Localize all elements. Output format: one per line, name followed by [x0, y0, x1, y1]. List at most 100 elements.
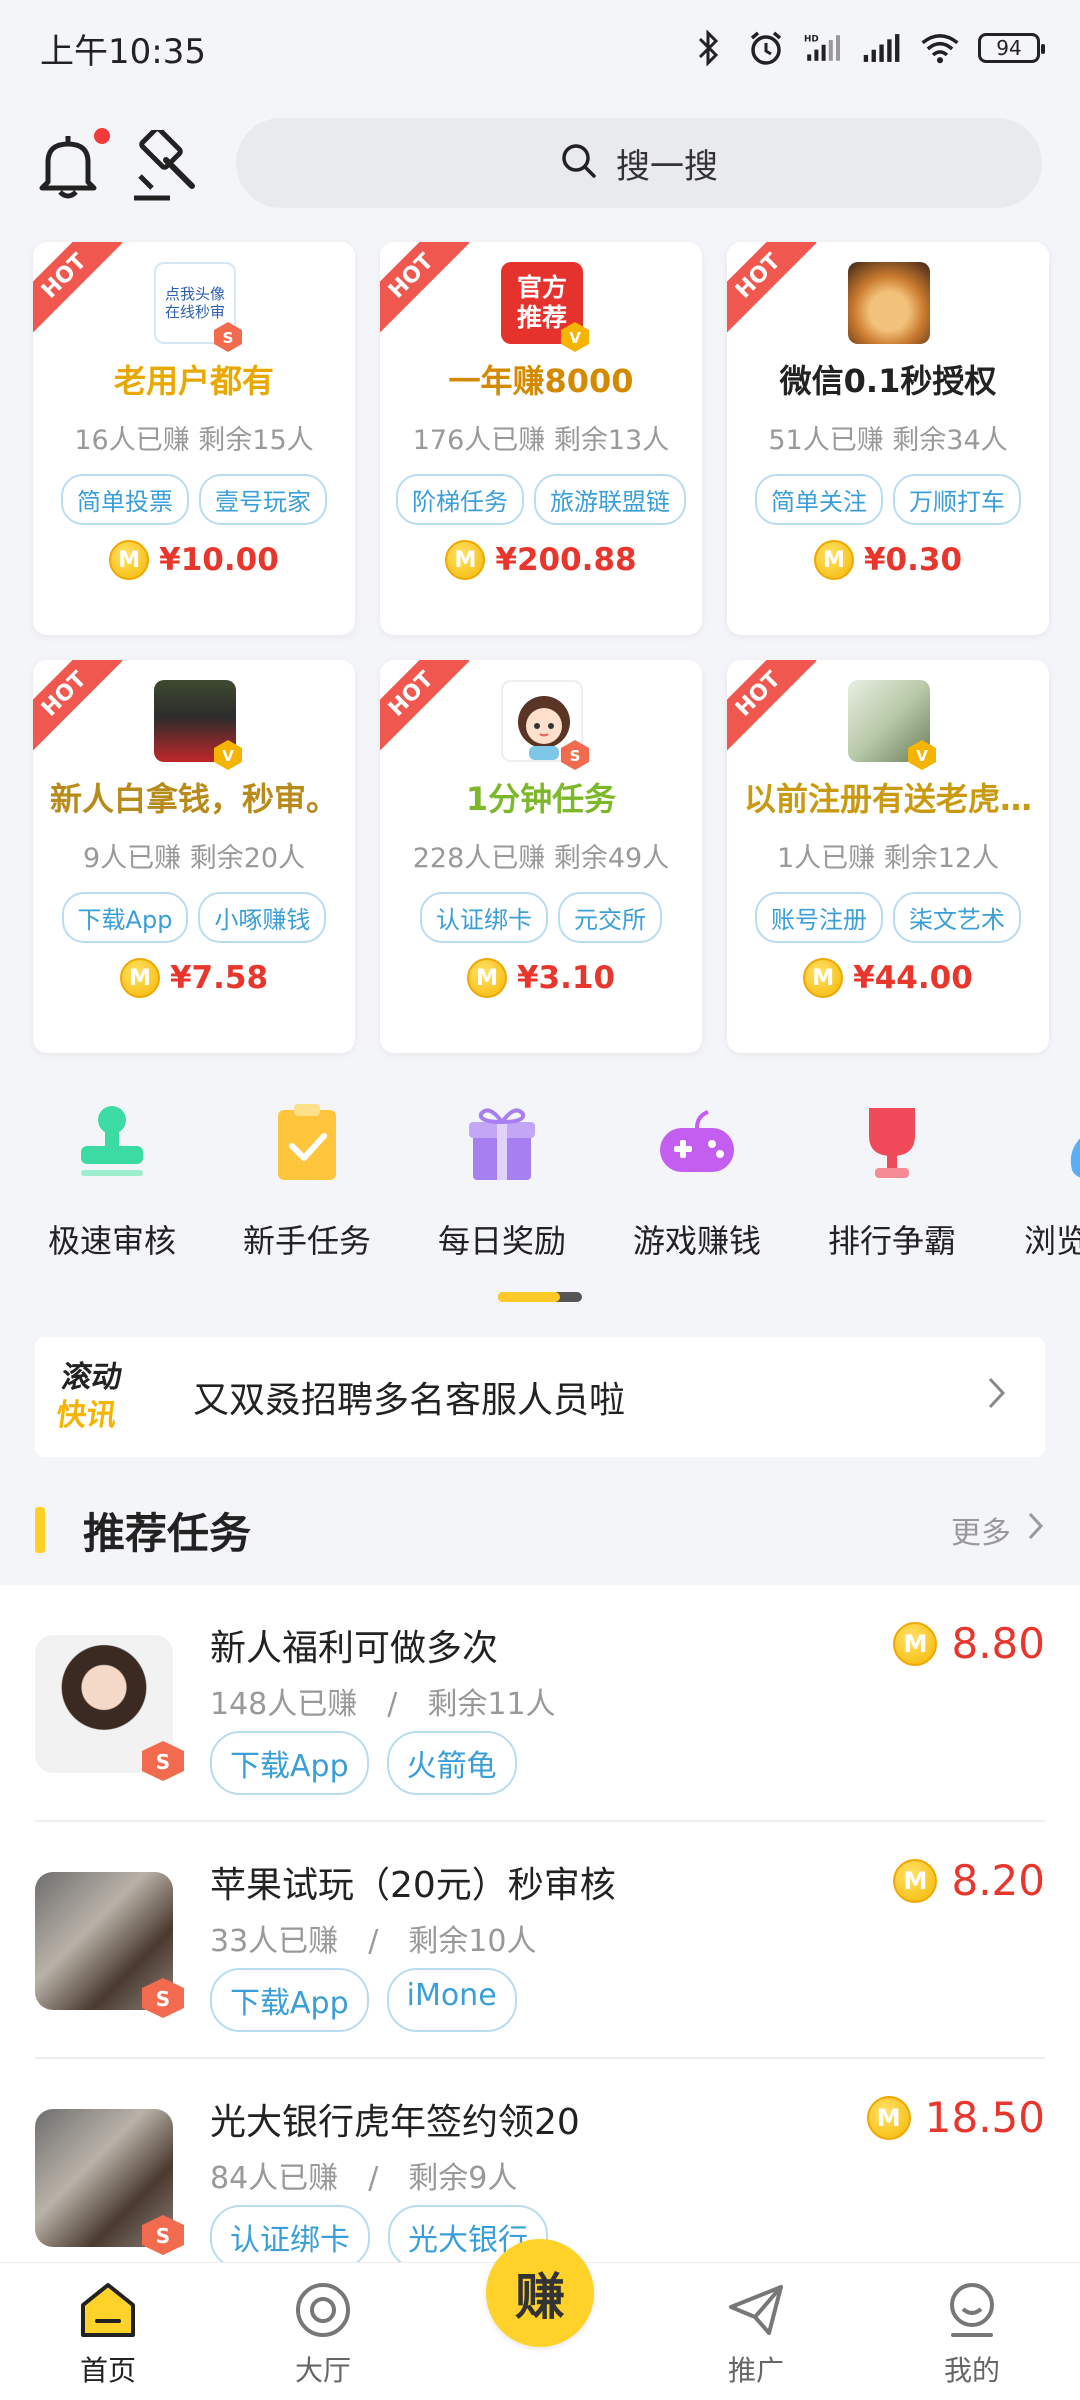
nav-hall[interactable]: 大厅 [253, 2279, 393, 2389]
quick-item-game-earn[interactable]: 游戏赚钱 [617, 1100, 777, 1262]
bottom-nav: 首页 大厅 赚 推广 我的 [0, 2239, 1080, 2400]
reward-amount: 8.80 [951, 1619, 1045, 1668]
task-reward: M 8.80 [893, 1619, 1045, 1668]
hot-task-card[interactable]: HOT 点我头像在线秒审 S 老用户都有 16人已赚 剩余15人 简单投票 壹号… [33, 242, 355, 635]
verified-badge-icon: V [558, 320, 592, 354]
alarm-icon [746, 28, 786, 68]
task-stats: 228人已赚 剩余49人 [412, 843, 670, 874]
search-icon [560, 142, 598, 184]
auction-hammer-icon[interactable] [130, 126, 200, 202]
quick-label: 极速审核 [47, 1222, 176, 1260]
task-tags: 认证绑卡 光大银行 [210, 2205, 548, 2265]
task-tags: 简单关注 万顺打车 [727, 474, 1049, 525]
earned-count: 148人已赚 [210, 1687, 358, 1722]
status-time: 上午10:35 [40, 31, 206, 72]
nav-promote[interactable]: 推广 [686, 2279, 826, 2389]
task-stats: 148人已赚 / 剩余11人 [210, 1679, 556, 1723]
remaining-count: 剩余11人 [427, 1687, 556, 1722]
hot-task-card[interactable]: HOT V 以前注册有送老虎… 1人已赚 剩余12人 账号注册 柒文艺术 M ¥… [727, 660, 1049, 1053]
svg-text:S: S [223, 329, 234, 347]
task-tag: 账号注册 [755, 892, 883, 943]
hot-task-card[interactable]: HOT 官方推荐 V 一年赚8000 176人已赚 剩余13人 阶梯任务 旅游联… [380, 242, 702, 635]
coin-icon: M [813, 540, 854, 580]
list-item[interactable]: S 苹果试玩（20元）秒审核 33人已赚 / 剩余10人 下载App iMone M… [0, 1822, 1080, 2059]
clipboard-check-icon [264, 1100, 350, 1186]
nav-mine[interactable]: 我的 [902, 2279, 1042, 2389]
task-avatar-dog [848, 262, 930, 344]
task-title: 1分钟任务 [465, 780, 617, 818]
stats-separator: / [368, 1924, 379, 1959]
quick-menu: 极速审核 新手任务 每日奖励 游戏赚钱 排行争霸 浏览 [0, 1100, 1080, 1270]
task-stats: 51人已赚 剩余34人 [768, 425, 1008, 456]
scroll-indicator-thumb [498, 1292, 560, 1302]
task-tag: 简单投票 [61, 474, 189, 525]
svg-text:S: S [156, 1987, 170, 2011]
status-bar: 上午10:35 HD 94 [0, 0, 1080, 96]
task-tags: 阶梯任务 旅游联盟链 [380, 474, 702, 525]
quick-item-daily-reward[interactable]: 每日奖励 [422, 1100, 582, 1262]
task-title: 老用户都有 [113, 362, 274, 400]
trophy-icon [849, 1100, 935, 1186]
task-stats: 1人已赚 剩余12人 [776, 843, 1000, 874]
hot-task-card[interactable]: HOT V 新人白拿钱，秒审。 9人已赚 剩余20人 下载App 小啄赚钱 M … [33, 660, 355, 1053]
task-tag: 壹号玩家 [199, 474, 327, 525]
hot-task-card[interactable]: HOT S 1分钟任务 228人已赚 剩余49人 认证绑卡 元交所 M ¥3.1… [380, 660, 702, 1053]
task-reward: M ¥3.10 [380, 958, 702, 998]
gamepad-icon [654, 1100, 740, 1186]
earn-button[interactable]: 赚 [486, 2239, 594, 2347]
task-tag: 认证绑卡 [210, 2205, 370, 2265]
verified-badge-icon: V [211, 738, 245, 772]
verified-badge-icon: S [558, 738, 592, 772]
task-tag: iMone [386, 1968, 517, 2032]
chevron-right-icon [987, 1374, 1017, 1420]
quick-label: 游戏赚钱 [632, 1222, 761, 1260]
more-link[interactable]: 更多 [951, 1508, 1045, 1552]
search-placeholder: 搜一搜 [616, 146, 718, 187]
reward-amount: 18.50 [924, 2093, 1045, 2142]
paper-plane-icon [725, 2279, 787, 2341]
earned-count: 33人已赚 [210, 1924, 339, 1959]
quick-label: 浏览 [1024, 1222, 1080, 1260]
nav-label: 我的 [943, 2354, 1000, 2387]
task-title: 以前注册有送老虎… [743, 780, 1032, 818]
nav-label: 首页 [79, 2354, 136, 2387]
task-tags: 简单投票 壹号玩家 [33, 474, 355, 525]
task-title: 光大银行虎年签约领20 [210, 2102, 580, 2143]
task-tag: 万顺打车 [893, 474, 1021, 525]
task-tag: 认证绑卡 [420, 892, 548, 943]
hot-ribbon: HOT [380, 242, 470, 335]
nav-label: 推广 [727, 2354, 784, 2387]
task-tag: 下载App [61, 892, 189, 943]
task-reward: M 18.50 [866, 2093, 1045, 2142]
list-item[interactable]: S 新人福利可做多次 148人已赚 / 剩余11人 下载App 火箭龟 M 8.80 [0, 1585, 1080, 1822]
task-tag: 简单关注 [755, 474, 883, 525]
quick-item-fast-review[interactable]: 极速审核 [32, 1100, 192, 1262]
hot-ribbon: HOT [33, 660, 123, 753]
quick-item-browse[interactable]: 浏览 [1000, 1100, 1080, 1262]
task-title: 一年赚8000 [448, 362, 634, 400]
hot-ribbon: HOT [380, 660, 470, 753]
notification-bell-icon[interactable] [38, 132, 98, 200]
coin-icon: M [803, 958, 844, 998]
svg-text:V: V [222, 747, 234, 765]
task-tags: 认证绑卡 元交所 [380, 892, 702, 943]
coin-icon: M [466, 958, 507, 998]
news-ticker[interactable]: 滚动 快讯 又双叒招聘多名客服人员啦 [35, 1337, 1045, 1457]
coin-icon: M [119, 958, 160, 998]
news-logo-line2: 快讯 [53, 1398, 119, 1433]
hot-task-card[interactable]: HOT 微信0.1秒授权 51人已赚 剩余34人 简单关注 万顺打车 M ¥0.… [727, 242, 1049, 635]
quick-item-newbie-tasks[interactable]: 新手任务 [227, 1100, 387, 1262]
signal-icon [862, 28, 902, 68]
svg-text:HD: HD [804, 35, 819, 45]
nav-home[interactable]: 首页 [38, 2279, 178, 2389]
stats-separator: / [387, 1687, 398, 1722]
quick-label: 新手任务 [242, 1222, 371, 1260]
quick-item-leaderboard[interactable]: 排行争霸 [812, 1100, 972, 1262]
list-item[interactable]: S 光大银行虎年签约领20 84人已赚 / 剩余9人 认证绑卡 光大银行 M 18.… [0, 2059, 1080, 2265]
verified-badge-icon: S [211, 320, 245, 354]
remaining-count: 剩余10人 [408, 1924, 537, 1959]
svg-text:V: V [916, 747, 928, 765]
reward-amount: 8.20 [951, 1856, 1045, 1905]
reward-amount: ¥200.88 [495, 542, 637, 578]
search-bar[interactable]: 搜一搜 [236, 118, 1042, 208]
